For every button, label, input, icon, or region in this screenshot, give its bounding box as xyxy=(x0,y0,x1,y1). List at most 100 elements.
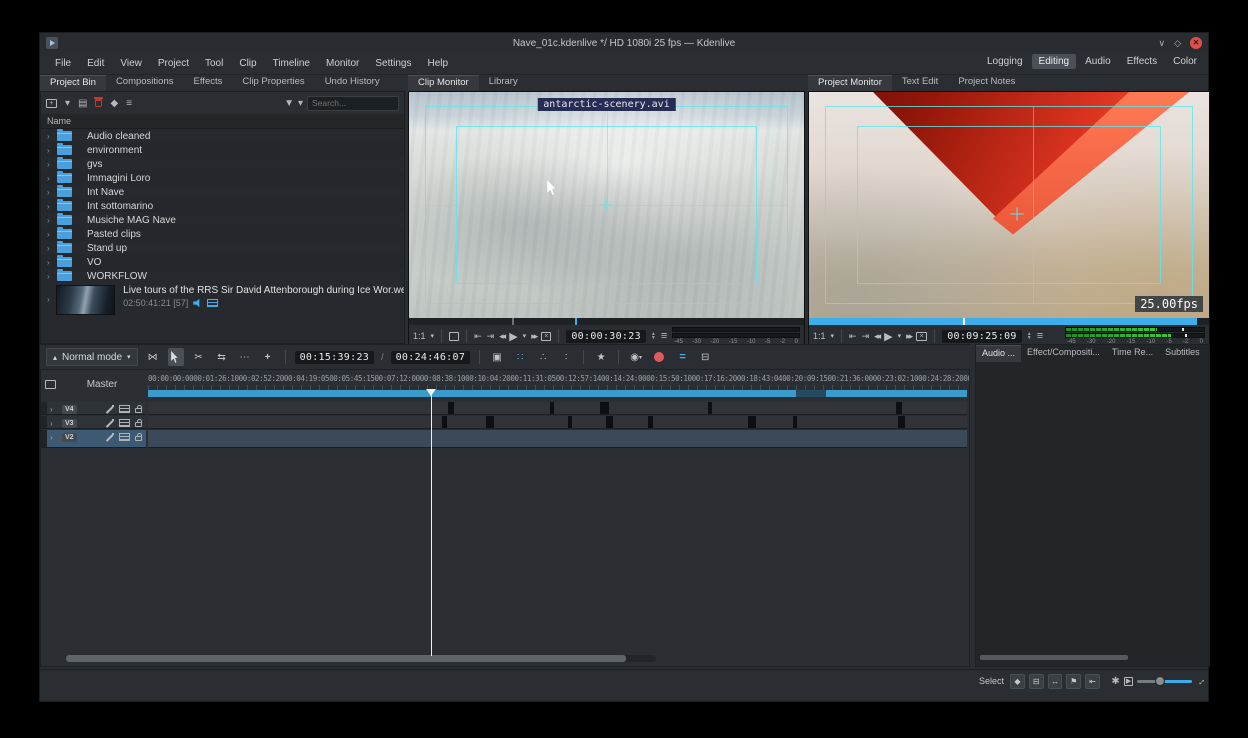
play-dropdown-icon[interactable]: ▾ xyxy=(898,332,902,340)
lock-icon[interactable] xyxy=(135,408,142,413)
video-clip[interactable] xyxy=(648,416,653,428)
mixer-tab-subtitles[interactable]: Subtitles xyxy=(1159,345,1206,362)
workspace-effects[interactable]: Effects xyxy=(1120,54,1164,69)
lock-icon[interactable] xyxy=(135,422,142,427)
zone-start-icon[interactable]: ⇤ xyxy=(474,331,482,342)
clip-monitor-seekbar[interactable] xyxy=(409,318,804,325)
favorite-effects-icon[interactable]: ★ xyxy=(593,348,609,366)
track-name-badge[interactable]: V4 xyxy=(62,405,77,414)
video-track-icon[interactable] xyxy=(119,419,130,427)
video-clip[interactable] xyxy=(550,402,554,414)
tag-icon[interactable]: ◆ xyxy=(110,98,118,109)
track-header-v3[interactable]: ›V3 xyxy=(41,416,146,429)
tab-project-notes[interactable]: Project Notes xyxy=(948,75,1025,91)
maximize-icon[interactable]: ◇ xyxy=(1174,38,1181,49)
tab-undo-history[interactable]: Undo History xyxy=(315,75,390,91)
menu-timeline[interactable]: Timeline xyxy=(266,56,317,71)
folder-row-gvs[interactable]: ›gvs xyxy=(41,157,404,171)
tool-overflow-icon[interactable]: ⋯ xyxy=(237,348,253,366)
timecode-spinner[interactable]: ▲▼ xyxy=(651,332,656,340)
tab-effects[interactable]: Effects xyxy=(184,75,233,91)
record-options-icon[interactable]: ◉▾ xyxy=(628,348,644,366)
folder-row-audio-cleaned[interactable]: ›Audio cleaned xyxy=(41,129,404,143)
clip-monitor-video[interactable]: antarctic-scenery.avi xyxy=(409,92,804,318)
zone-end-icon[interactable]: ⇥ xyxy=(862,331,870,342)
timeline-zone-bar[interactable] xyxy=(148,390,967,397)
video-clip[interactable] xyxy=(448,402,454,414)
track-effects-icon[interactable] xyxy=(105,405,114,414)
rewind-icon[interactable]: ◂◂ xyxy=(499,331,504,342)
timecode-spinner[interactable]: ▲▼ xyxy=(1027,332,1032,340)
expander-icon[interactable]: › xyxy=(47,258,57,267)
fast-forward-icon[interactable]: ▸▸ xyxy=(906,331,911,342)
expander-icon[interactable]: › xyxy=(47,230,57,239)
tab-clip-monitor[interactable]: Clip Monitor xyxy=(408,75,479,91)
edge-snap-icon[interactable]: ⇤ xyxy=(1085,674,1100,689)
add-clip-icon[interactable]: + xyxy=(46,99,57,108)
tag-filter-icon[interactable]: ◆ xyxy=(1010,674,1025,689)
video-track-icon[interactable] xyxy=(119,405,130,413)
project-monitor-seekbar[interactable] xyxy=(809,318,1209,325)
track-name-badge[interactable]: V2 xyxy=(62,433,77,442)
minimize-icon[interactable]: ∨ xyxy=(1158,38,1165,49)
track-options-icon[interactable] xyxy=(45,380,56,389)
play-dropdown-icon[interactable]: ▾ xyxy=(523,332,527,340)
filter-icon[interactable]: ▼ xyxy=(284,98,294,109)
folder-row-stand-up[interactable]: ›Stand up xyxy=(41,241,404,255)
playhead-line[interactable] xyxy=(431,390,432,656)
marker-pair-icon[interactable]: ∶ xyxy=(558,348,574,366)
subtitle-track-icon[interactable]: ⊟ xyxy=(697,348,713,366)
loop-zone-icon[interactable]: × xyxy=(541,332,551,341)
clip-playhead-marker[interactable] xyxy=(575,318,577,325)
video-clip[interactable] xyxy=(708,402,712,414)
spacer-tool-icon[interactable]: ⇆ xyxy=(214,348,230,366)
zone-start-icon[interactable]: ⇤ xyxy=(849,331,857,342)
menu-settings[interactable]: Settings xyxy=(368,56,418,71)
tab-clip-properties[interactable]: Clip Properties xyxy=(232,75,314,91)
play-icon[interactable]: ▶ xyxy=(884,330,892,343)
clip-row[interactable]: ›Live tours of the RRS Sir David Attenbo… xyxy=(41,283,404,317)
menu-project[interactable]: Project xyxy=(151,56,196,71)
project-monitor-video[interactable]: 25.00fps xyxy=(809,92,1209,318)
resize-clip-icon[interactable]: ↔ xyxy=(1048,674,1063,689)
zoom-level-select[interactable]: 1:1 xyxy=(813,331,826,341)
expander-icon[interactable]: › xyxy=(47,188,57,197)
zoom-level-select[interactable]: 1:1 xyxy=(413,331,426,341)
track-header-v2[interactable]: › V2 xyxy=(41,430,146,448)
workspace-logging[interactable]: Logging xyxy=(980,54,1030,69)
video-clip[interactable] xyxy=(600,402,609,414)
menu-monitor[interactable]: Monitor xyxy=(319,56,366,71)
loop-zone-icon[interactable]: × xyxy=(916,332,927,341)
mixer-tab-time-re[interactable]: Time Re... xyxy=(1106,345,1159,362)
close-icon[interactable]: ✕ xyxy=(1190,37,1202,49)
video-clip[interactable] xyxy=(442,416,447,428)
thumbnail-view-icon[interactable]: ▶ xyxy=(1124,677,1134,686)
expander-icon[interactable]: › xyxy=(47,160,57,169)
video-clip[interactable] xyxy=(486,416,494,428)
delete-icon[interactable] xyxy=(95,99,102,107)
menu-tool[interactable]: Tool xyxy=(198,56,230,71)
timeline-settings-icon[interactable]: ✱ xyxy=(1111,676,1119,687)
workspace-editing[interactable]: Editing xyxy=(1032,54,1077,69)
track-effects-icon[interactable] xyxy=(105,419,114,428)
project-playhead-marker[interactable] xyxy=(963,318,965,325)
monitor-menu-icon[interactable]: ≡ xyxy=(1037,330,1043,342)
folder-row-immagini-loro[interactable]: ›Immagini Loro xyxy=(41,171,404,185)
fit-zoom-icon[interactable]: ↔ xyxy=(1194,674,1209,689)
tab-text-edit[interactable]: Text Edit xyxy=(892,75,948,91)
selection-tool-icon[interactable] xyxy=(168,348,184,366)
track-expand-icon[interactable]: › xyxy=(50,433,58,442)
tab-compositions[interactable]: Compositions xyxy=(106,75,184,91)
folder-row-int-sottomarino[interactable]: ›Int sottomarino xyxy=(41,199,404,213)
play-icon[interactable]: ▶ xyxy=(509,330,517,343)
tab-project-bin[interactable]: Project Bin xyxy=(40,75,106,91)
video-clip[interactable] xyxy=(896,402,902,414)
menu-edit[interactable]: Edit xyxy=(80,56,111,71)
video-clip[interactable] xyxy=(748,416,756,428)
lock-icon[interactable] xyxy=(135,436,142,441)
zoom-dropdown-icon[interactable]: ▾ xyxy=(431,332,435,340)
expander-icon[interactable]: › xyxy=(47,132,57,141)
expander-icon[interactable]: › xyxy=(47,146,57,155)
expander-icon[interactable]: › xyxy=(47,272,57,281)
folder-row-pasted-clips[interactable]: ›Pasted clips xyxy=(41,227,404,241)
